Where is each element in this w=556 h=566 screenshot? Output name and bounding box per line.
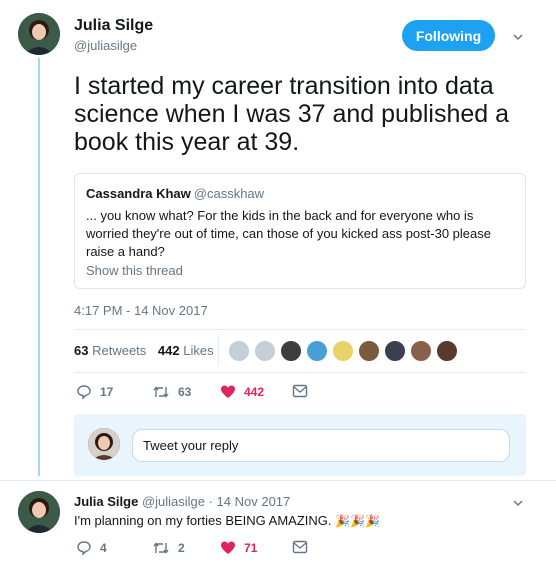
retweet-action[interactable]: 2 xyxy=(152,540,185,556)
likes-stat[interactable]: 442 Likes xyxy=(158,343,214,358)
quoted-tweet[interactable]: Cassandra Khaw @casskhaw ... you know wha… xyxy=(74,173,526,289)
reply-count: 4 xyxy=(100,541,107,555)
heart-icon xyxy=(220,384,236,400)
like-count: 442 xyxy=(244,385,265,399)
liker-avatar[interactable] xyxy=(332,340,354,362)
reply-action[interactable]: 17 xyxy=(76,384,113,400)
author-handle[interactable]: @juliasilge xyxy=(74,38,137,53)
reply-composer: Tweet your reply xyxy=(74,414,526,476)
liker-avatar[interactable] xyxy=(254,340,276,362)
like-count: 71 xyxy=(244,541,258,555)
envelope-icon xyxy=(292,540,308,554)
liker-avatar[interactable] xyxy=(228,340,250,362)
quoted-author-name: Cassandra Khaw xyxy=(86,186,191,201)
avatar[interactable] xyxy=(18,13,60,55)
reply-action[interactable]: 4 xyxy=(76,540,107,556)
chevron-down-icon[interactable] xyxy=(512,496,524,508)
reply-author-name[interactable]: Julia Silge xyxy=(74,494,138,509)
retweets-stat[interactable]: 63 Retweets xyxy=(74,343,146,358)
tweet-timestamp[interactable]: 4:17 PM - 14 Nov 2017 xyxy=(74,303,208,318)
thread-line xyxy=(38,58,40,476)
retweet-action[interactable]: 63 xyxy=(152,384,191,400)
liker-avatar[interactable] xyxy=(436,340,458,362)
liker-avatar[interactable] xyxy=(280,340,302,362)
heart-icon xyxy=(220,540,236,556)
reply-input[interactable]: Tweet your reply xyxy=(132,429,510,462)
stat-separator xyxy=(218,334,219,366)
message-action[interactable] xyxy=(292,384,308,398)
user-avatar[interactable] xyxy=(88,428,120,460)
retweet-count: 2 xyxy=(178,541,185,555)
liker-avatar[interactable] xyxy=(384,340,406,362)
quoted-author: Cassandra Khaw @casskhaw xyxy=(86,186,264,201)
reply-header: Julia Silge @juliasilge · 14 Nov 2017 xyxy=(74,494,290,509)
tweet-text: I started my career transition into data… xyxy=(74,72,510,156)
reply-icon xyxy=(76,540,92,556)
divider xyxy=(74,329,526,330)
like-action[interactable]: 71 xyxy=(220,540,257,556)
reply-icon xyxy=(76,384,92,400)
quoted-author-handle: @casskhaw xyxy=(193,186,265,201)
divider xyxy=(0,480,556,481)
engagement-stats: 63 Retweets 442 Likes xyxy=(74,343,214,358)
message-action[interactable] xyxy=(292,540,308,554)
liker-avatar[interactable] xyxy=(410,340,432,362)
author-name[interactable]: Julia Silge xyxy=(74,17,153,35)
party-popper-icon: 🎉🎉🎉 xyxy=(335,514,380,528)
like-action[interactable]: 442 xyxy=(220,384,264,400)
show-thread-link[interactable]: Show this thread xyxy=(86,263,183,278)
avatar[interactable] xyxy=(18,491,60,533)
reply-count: 17 xyxy=(100,385,114,399)
reply-meta[interactable]: @juliasilge · 14 Nov 2017 xyxy=(142,494,290,509)
liker-avatar[interactable] xyxy=(306,340,328,362)
retweet-count: 63 xyxy=(178,385,192,399)
following-button[interactable]: Following xyxy=(402,20,495,51)
reply-text-body: I'm planning on my forties BEING AMAZING… xyxy=(74,513,332,528)
reply-text: I'm planning on my forties BEING AMAZING… xyxy=(74,513,380,528)
envelope-icon xyxy=(292,384,308,398)
retweet-icon xyxy=(152,540,170,556)
divider xyxy=(74,372,526,373)
liker-avatar[interactable] xyxy=(358,340,380,362)
quoted-text: ... you know what? For the kids in the b… xyxy=(86,208,491,259)
retweet-icon xyxy=(152,384,170,400)
chevron-down-icon[interactable] xyxy=(512,30,524,42)
